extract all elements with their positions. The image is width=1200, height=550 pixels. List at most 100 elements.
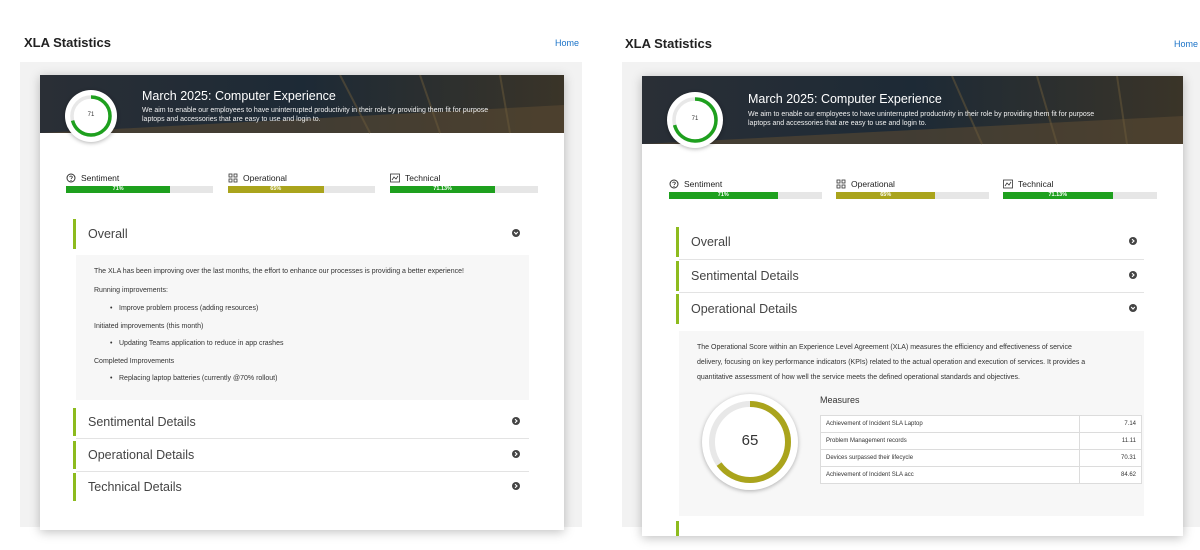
measure-name: Achievement of Incident SLA acc [820,466,1080,484]
measure-value: 11.11 [1078,432,1143,450]
divider [679,292,1144,293]
gear-grid-icon [228,173,238,183]
chevron-right-icon[interactable] [512,482,520,490]
progress-bar: 65% [228,186,375,193]
accordion-operational-details[interactable]: Operational Details [676,294,1144,324]
divider [76,438,529,439]
accordion-label: Overall [691,235,731,249]
initiated-heading: Initiated improvements (this month) [94,323,204,330]
overall-panel: The XLA has been improving over the last… [76,255,529,400]
operational-text-line-2: delivery, focusing on key performance in… [697,359,1086,366]
initiated-item: Updating Teams application to reduce in … [110,339,284,349]
measures-title: Measures [820,395,860,405]
operational-text-line-1: The Operational Score within an Experien… [697,344,1072,351]
measure-name: Problem Management records [820,432,1080,450]
xla-card: March 2025: Computer Experience We aim t… [642,76,1183,536]
metric-label: Sentiment [81,173,120,183]
progress-bar: 71% [669,192,822,199]
home-link[interactable]: Home [555,38,579,48]
overall-score-ring: 71 [65,90,117,142]
completed-heading: Completed Improvements [94,358,175,365]
accordion-label: Operational Details [88,448,195,462]
chevron-right-icon[interactable] [1129,271,1137,279]
progress-bar: 71.13% [390,186,538,193]
xla-card: March 2025: Computer Experience We aim t… [40,75,564,530]
accordion-overall[interactable]: Overall [73,219,529,249]
gear-grid-icon [836,179,846,189]
accordion-sentimental-details[interactable]: Sentimental Details [676,261,1144,291]
metric-label: Technical [1018,179,1054,189]
progress-text: 71% [717,192,729,198]
metric-label: Sentiment [684,179,723,189]
metric-technical: Technical 71.13% [390,172,538,193]
chevron-down-icon[interactable] [512,229,520,237]
accordion-operational-details[interactable]: Operational Details [73,441,529,469]
running-item: Improve problem process (adding resource… [110,304,258,314]
metric-label: Operational [851,179,895,189]
progress-text: 71% [112,186,124,192]
measure-value: 84.62 [1078,466,1143,484]
measure-name: Devices surpassed their lifecycle [820,449,1080,467]
metric-operational: Operational 65% [228,172,375,193]
accordion-overall[interactable]: Overall [676,227,1144,257]
metric-sentiment: Sentiment 71% [669,178,822,199]
accordion-technical-details[interactable] [676,521,1144,536]
banner-title: March 2025: Computer Experience [748,92,942,106]
chevron-right-icon[interactable] [512,417,520,425]
table-row: Achievement of Incident SLA acc 84.62 [820,466,1143,484]
table-row: Achievement of Incident SLA Laptop 7.14 [820,415,1143,433]
table-row: Devices surpassed their lifecycle 70.31 [820,449,1143,467]
accordion-sentimental-details[interactable]: Sentimental Details [73,408,529,436]
metric-sentiment: Sentiment 71% [66,172,213,193]
operational-score-ring: 65 [702,394,798,490]
app-title: XLA Statistics [625,36,712,51]
measure-name: Achievement of Incident SLA Laptop [820,415,1080,433]
chevron-right-icon[interactable] [512,450,520,458]
accordion-label: Overall [88,227,128,241]
banner-description-line-1: We aim to enable our employees to have u… [142,107,489,114]
overall-intro: The XLA has been improving over the last… [94,268,464,275]
home-link[interactable]: Home [1174,39,1198,49]
divider [679,259,1144,260]
table-row: Problem Management records 11.11 [820,432,1143,450]
chevron-right-icon[interactable] [1129,237,1137,245]
divider [76,471,529,472]
metric-technical: Technical 71.13% [1003,178,1157,199]
running-heading: Running improvements: [94,287,168,294]
banner: March 2025: Computer Experience We aim t… [642,76,1183,171]
progress-bar: 71% [66,186,213,193]
accordion-label: Sentimental Details [691,269,799,283]
accordion-label: Operational Details [691,302,798,316]
overall-score-ring: 71 [667,92,723,148]
chart-icon [390,173,400,183]
chevron-down-icon[interactable] [1129,304,1137,312]
measures-table: Achievement of Incident SLA Laptop 7.14 … [820,415,1143,484]
progress-text: 65% [880,192,892,198]
overall-score-value: 71 [87,112,95,118]
smiley-icon [669,179,679,189]
accordion-technical-details[interactable]: Technical Details [73,473,529,501]
completed-item: Replacing laptop batteries (currently @7… [110,374,277,384]
measure-value: 70.31 [1078,449,1143,467]
metric-operational: Operational 65% [836,178,989,199]
measure-value: 7.14 [1078,415,1143,433]
accordion-label: Technical Details [88,480,182,494]
banner-description-line-2: laptops and accessories that are easy to… [748,120,927,127]
left-screen: XLA Statistics Home March 2025: Computer… [0,0,600,550]
operational-panel: The Operational Score within an Experien… [679,331,1144,516]
banner-description-line-1: We aim to enable our employees to have u… [748,111,1095,118]
metric-label: Technical [405,173,441,183]
banner-title: March 2025: Computer Experience [142,89,336,103]
banner-description-line-2: laptops and accessories that are easy to… [142,116,321,123]
accordion-label: Sentimental Details [88,415,196,429]
chart-icon [1003,179,1013,189]
progress-bar: 65% [836,192,989,199]
progress-text: 71.13% [1048,192,1068,198]
banner: March 2025: Computer Experience We aim t… [40,75,564,160]
overall-score-value: 71 [691,116,699,122]
app-title: XLA Statistics [24,35,111,50]
right-screen: XLA Statistics Home March 2025: Computer… [600,0,1200,550]
progress-text: 71.13% [433,186,452,192]
metric-label: Operational [243,173,287,183]
operational-score-value: 65 [741,432,759,449]
